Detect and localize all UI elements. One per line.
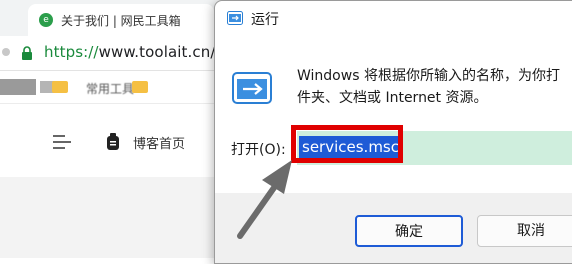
dialog-footer: 确定 取消 [215,193,572,263]
blog-icon [107,133,119,150]
description-line: Windows 将根据你所输入的名称，为你打 [297,68,560,84]
folder-icon[interactable] [52,81,68,93]
dialog-titlebar[interactable]: 运行 [215,1,572,37]
open-label: 打开(O): [231,142,286,158]
blurred-bookmark [0,79,36,95]
reload-icon[interactable] [2,48,10,56]
bookmark-label[interactable]: 常用工具 [86,80,134,97]
dialog-title: 运行 [251,12,279,28]
browser-tab[interactable]: e 关于我们 | 网民工具箱 [28,4,214,36]
nav-blog-home[interactable]: 博客首页 [133,133,185,152]
dialog-description: Windows 将根据你所输入的名称，为你打 件夹、文档或 Internet 资… [297,65,572,109]
url-scheme: https:// [44,43,99,61]
red-highlight-box [291,125,403,163]
folder-icon[interactable] [132,81,148,93]
content-band [0,177,220,258]
lock-icon [22,46,32,60]
run-program-icon [232,72,272,104]
url-text[interactable]: https://www.toolait.cn/ab [44,43,234,61]
description-line: 件夹、文档或 Internet 资源。 [297,90,488,106]
globe-icon: e [39,13,53,27]
ok-button[interactable]: 确定 [355,215,463,247]
cancel-button[interactable]: 取消 [477,215,572,247]
tab-title: 关于我们 | 网民工具箱 [61,14,181,28]
run-icon [227,11,243,25]
dialog-body: Windows 将根据你所输入的名称，为你打 件夹、文档或 Internet 资… [215,37,572,193]
run-dialog: 运行 Windows 将根据你所输入的名称，为你打 件夹、文档或 Interne… [214,0,572,264]
menu-icon[interactable] [53,134,73,150]
